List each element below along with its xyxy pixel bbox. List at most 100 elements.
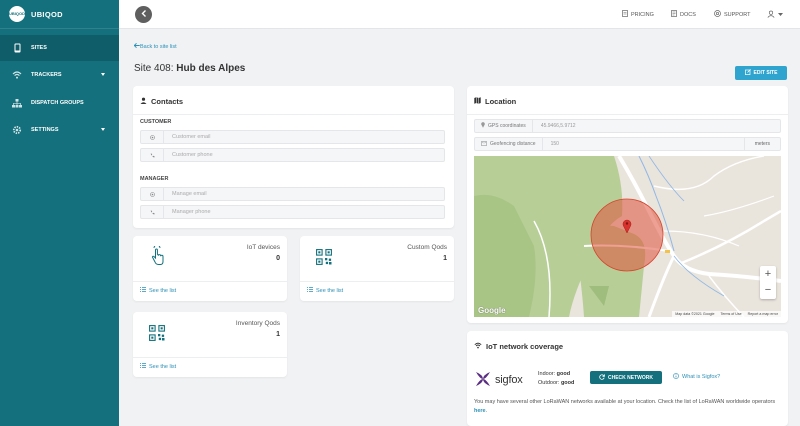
zoom-out-button[interactable]: −	[760, 282, 776, 298]
customer-email-input[interactable]: Customer email	[164, 134, 211, 140]
terms-of-use-link[interactable]: Terms of Use	[720, 312, 741, 316]
check-network-button[interactable]: CHECK NETWORK	[590, 371, 662, 384]
manager-email-field[interactable]: Manage email	[140, 187, 445, 201]
sitemap-icon	[12, 98, 22, 108]
mobile-icon	[12, 43, 22, 53]
geofencing-unit: meters	[743, 138, 780, 150]
zoom-in-button[interactable]: +	[760, 266, 776, 282]
support-link[interactable]: SUPPORT	[714, 10, 751, 19]
top-bar: PRICING DOCS SUPPORT	[119, 0, 800, 29]
user-icon	[767, 10, 778, 20]
sidebar-item-label: TRACKERS	[31, 72, 62, 78]
collapse-sidebar-button[interactable]	[135, 6, 152, 23]
phone-icon	[141, 206, 164, 218]
customer-phone-field[interactable]: Customer phone	[140, 148, 445, 162]
manager-email-input[interactable]: Manage email	[164, 191, 207, 197]
divider	[133, 114, 454, 115]
sidebar-item-trackers[interactable]: TRACKERS	[0, 62, 119, 88]
contacts-card: Contacts CUSTOMER Customer email Custome…	[133, 86, 454, 228]
map-zoom-controls: + −	[760, 266, 776, 299]
user-menu[interactable]	[767, 10, 786, 20]
book-icon	[671, 10, 680, 19]
iot-devices-card: IoT devices 0 See the list	[133, 236, 287, 301]
sidebar: UBI QOD UBIQOD SITES TRACKERS DISPATCH GR…	[0, 0, 119, 426]
caret-down-icon	[101, 128, 105, 131]
outdoor-coverage-value: good	[560, 380, 575, 386]
edit-icon	[744, 69, 754, 77]
lifebuoy-icon	[714, 10, 724, 19]
inventory-qods-label: Inventory Qods	[235, 320, 280, 327]
iot-coverage-title: IoT network coverage	[474, 342, 563, 351]
info-circle-icon	[673, 373, 682, 381]
ruler-icon	[481, 140, 490, 148]
divider	[467, 114, 788, 115]
receipt-icon	[622, 10, 631, 19]
divider	[133, 357, 287, 358]
sidebar-item-sites[interactable]: SITES	[0, 35, 119, 61]
iot-coverage-card: IoT network coverage sigfox Indoor: good…	[467, 331, 788, 426]
at-icon	[141, 188, 164, 200]
list-icon	[140, 287, 149, 294]
sigfox-logo-icon	[474, 370, 492, 390]
geofencing-distance-input[interactable]: 150	[543, 141, 744, 147]
customer-email-field[interactable]: Customer email	[140, 130, 445, 144]
gps-coordinates-label: GPS coordinates	[488, 123, 526, 129]
geofencing-distance-field[interactable]: Geofencing distance 150 meters	[474, 137, 781, 151]
sigfox-logo: sigfox	[474, 370, 523, 390]
location-pin-icon	[481, 122, 488, 130]
wifi-icon	[12, 70, 22, 80]
lorawan-operators-link[interactable]: here	[474, 408, 486, 414]
iot-devices-see-list-link[interactable]: See the list	[140, 287, 176, 294]
report-map-error-link[interactable]: Report a map error	[748, 312, 778, 316]
list-icon	[307, 287, 316, 294]
coverage-status: Indoor: good Outdoor: good	[538, 371, 575, 386]
gps-coordinates-input[interactable]: 45.9466,5.9712	[533, 123, 780, 129]
brand[interactable]: UBI QOD UBIQOD	[0, 0, 119, 29]
manager-phone-input[interactable]: Manager phone	[164, 209, 211, 215]
gps-coordinates-field[interactable]: GPS coordinates 45.9466,5.9712	[474, 119, 781, 133]
back-to-site-list-link[interactable]: Back to site list	[133, 42, 177, 50]
divider	[133, 281, 287, 282]
location-title: Location	[474, 97, 516, 106]
page-title: Site 408: Hub des Alpes	[134, 63, 246, 74]
wifi-icon	[474, 342, 486, 351]
customer-label: CUSTOMER	[140, 119, 172, 125]
inventory-qods-card: Inventory Qods 1 See the list	[133, 312, 287, 377]
site-map[interactable]: + − Google Map data ©2021 Google Terms o…	[474, 156, 781, 317]
sidebar-item-label: DISPATCH GROUPS	[31, 100, 84, 106]
map-icon	[474, 97, 485, 106]
docs-link[interactable]: DOCS	[671, 10, 696, 19]
sidebar-item-label: SETTINGS	[31, 127, 59, 133]
brand-name: UBIQOD	[31, 9, 63, 19]
gear-icon	[12, 125, 22, 135]
pricing-link[interactable]: PRICING	[622, 10, 654, 19]
sidebar-item-dispatch-groups[interactable]: DISPATCH GROUPS	[0, 90, 119, 116]
brand-logo: UBI QOD	[9, 6, 25, 22]
qr-code-icon	[149, 325, 165, 343]
custom-qods-count: 1	[443, 255, 447, 262]
custom-qods-see-list-link[interactable]: See the list	[307, 287, 343, 294]
what-is-sigfox-link[interactable]: What is Sigfox?	[673, 373, 720, 381]
customer-phone-input[interactable]: Customer phone	[164, 152, 213, 158]
manager-phone-field[interactable]: Manager phone	[140, 205, 445, 219]
edit-site-button[interactable]: EDIT SITE	[735, 66, 787, 80]
iot-devices-count: 0	[276, 255, 280, 262]
at-icon	[141, 131, 164, 143]
lorawan-info-text: You may have several other LoRaWAN netwo…	[474, 399, 776, 414]
divider	[300, 281, 454, 282]
site-name: Hub des Alpes	[176, 63, 246, 74]
manager-label: MANAGER	[140, 176, 169, 182]
caret-down-icon	[778, 12, 786, 18]
location-card: Location GPS coordinates 45.9466,5.9712 …	[467, 86, 788, 323]
google-logo: Google	[478, 306, 506, 315]
pointer-hand-icon	[149, 244, 165, 268]
user-icon	[140, 97, 151, 106]
qr-code-icon	[316, 249, 332, 267]
chevron-left-icon	[141, 10, 147, 19]
sidebar-item-settings[interactable]: SETTINGS	[0, 117, 119, 143]
phone-icon	[141, 149, 164, 161]
contacts-title: Contacts	[140, 97, 183, 106]
inventory-qods-see-list-link[interactable]: See the list	[140, 363, 176, 370]
inventory-qods-count: 1	[276, 331, 280, 338]
map-graphic	[474, 156, 781, 317]
